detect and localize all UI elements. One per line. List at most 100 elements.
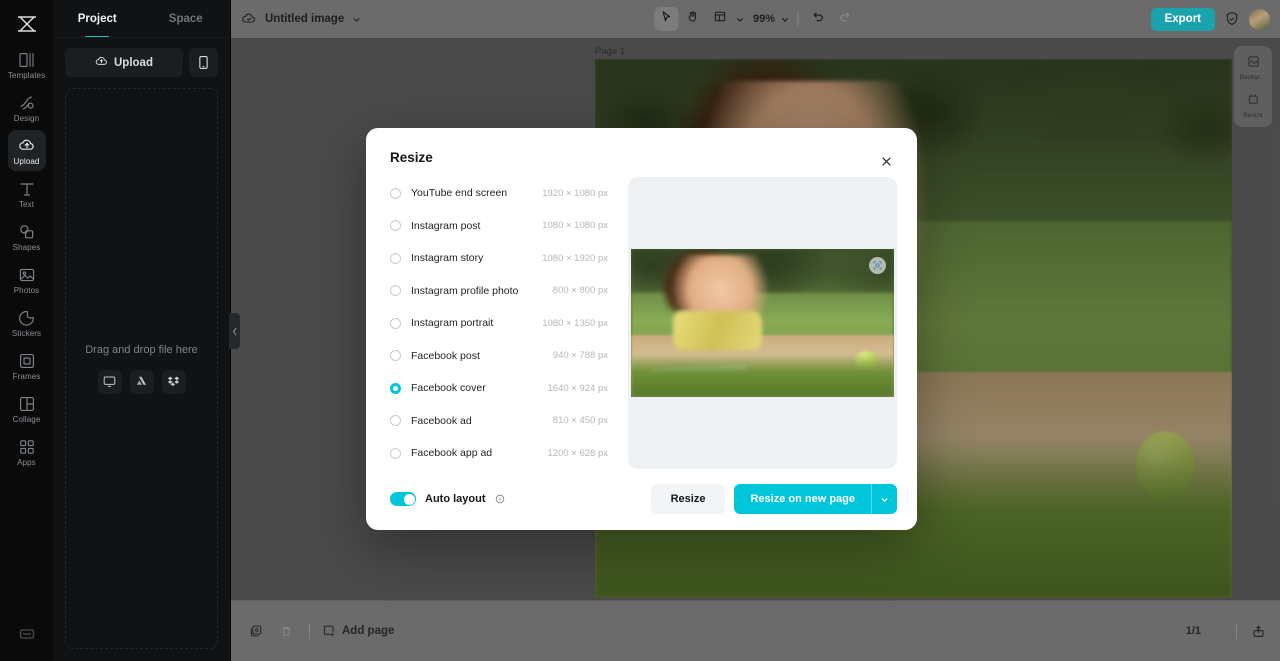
bottombar-divider-right	[1236, 623, 1237, 639]
shield-check-icon[interactable]	[1224, 11, 1240, 27]
radio-button[interactable]	[390, 285, 401, 297]
upload-button[interactable]: Upload	[65, 48, 183, 77]
toolbar-toggle-icon[interactable]	[19, 626, 35, 647]
page-actions: Add page	[245, 620, 394, 642]
size-option-label: Facebook cover	[411, 382, 486, 395]
rail-item-label: Templates	[7, 71, 46, 80]
duplicate-page-icon[interactable]	[245, 620, 267, 642]
size-option-dimensions: 1080 × 1080 px	[542, 220, 608, 232]
zoom-caret-icon[interactable]	[780, 15, 789, 24]
size-option[interactable]: Instagram story 1080 × 1920 px	[390, 242, 608, 275]
rail-item-templates[interactable]: Templates	[8, 44, 46, 85]
layout-tool-button[interactable]	[708, 7, 732, 31]
stickers-icon	[18, 309, 36, 327]
size-option[interactable]: Instagram post 1080 × 1080 px	[390, 210, 608, 243]
rail-item-label: Upload	[13, 157, 40, 166]
radio-button[interactable]	[390, 415, 401, 427]
preview-pane	[628, 177, 897, 469]
radio-button[interactable]	[390, 382, 401, 394]
dropzone[interactable]: Drag and drop file here	[65, 88, 218, 649]
rail-item-label: Apps	[17, 458, 36, 467]
tab-project[interactable]: Project	[53, 0, 142, 38]
rail-item-upload[interactable]: Upload	[7, 130, 46, 171]
rail-item-apps[interactable]: Apps	[8, 431, 46, 472]
add-page-button[interactable]: Add page	[322, 624, 394, 638]
frames-icon	[18, 352, 36, 370]
rail-item-design[interactable]: Design	[8, 87, 46, 128]
shapes-icon	[18, 223, 36, 241]
auto-layout-toggle[interactable]	[390, 492, 416, 506]
prev-page-icon[interactable]	[1165, 626, 1174, 637]
smart-focus-icon[interactable]	[869, 257, 886, 274]
size-option-dimensions: 1920 × 1080 px	[542, 187, 608, 199]
resize-button[interactable]: Resize	[650, 484, 726, 514]
layout-caret-icon[interactable]	[735, 15, 744, 24]
avatar[interactable]	[1249, 8, 1270, 30]
radio-button[interactable]	[390, 317, 401, 329]
rail-item-frames[interactable]: Frames	[8, 345, 46, 386]
dialog-title: Resize	[390, 150, 433, 165]
select-tool-button[interactable]	[653, 7, 678, 31]
rail-item-label: Frames	[12, 372, 41, 381]
cloud-saved-icon	[241, 11, 257, 27]
upload-row: Upload	[53, 38, 230, 87]
background-tool-label: Backgr…	[1239, 74, 1267, 81]
size-option[interactable]: Facebook ad 810 × 450 px	[390, 405, 608, 438]
google-drive-icon[interactable]	[129, 369, 154, 394]
info-icon[interactable]	[495, 494, 505, 504]
toolbar-divider	[797, 11, 799, 27]
redo-button[interactable]	[833, 7, 857, 31]
rail-item-collage[interactable]: Collage	[8, 388, 46, 429]
chevron-down-icon[interactable]	[871, 484, 897, 514]
rail-item-photos[interactable]: Photos	[8, 259, 46, 300]
computer-icon[interactable]	[97, 369, 122, 394]
size-option-dimensions: 1080 × 1920 px	[542, 252, 608, 264]
dropbox-icon[interactable]	[161, 369, 186, 394]
right-tool-panel: Backgr… Resize	[1234, 46, 1272, 127]
upload-sources	[97, 369, 186, 394]
preview-image[interactable]	[631, 249, 894, 397]
radio-button[interactable]	[390, 447, 401, 459]
next-page-icon[interactable]	[1213, 626, 1222, 637]
zoom-level[interactable]: 99%	[751, 13, 777, 25]
chevron-down-icon[interactable]	[352, 15, 361, 24]
undo-button[interactable]	[806, 7, 830, 31]
hand-tool-button[interactable]	[681, 7, 705, 31]
rail-item-text[interactable]: Text	[8, 173, 46, 214]
size-option[interactable]: Facebook cover 1640 × 924 px	[390, 372, 608, 405]
size-option[interactable]: Instagram profile photo 800 × 800 px	[390, 275, 608, 308]
trash-icon[interactable]	[275, 620, 297, 642]
panel-collapse-handle[interactable]	[229, 313, 240, 349]
radio-button[interactable]	[390, 220, 401, 232]
auto-layout-label: Auto layout	[425, 493, 486, 505]
background-tool[interactable]: Backgr…	[1236, 51, 1270, 85]
export-button[interactable]: Export	[1150, 7, 1215, 31]
radio-button[interactable]	[390, 252, 401, 264]
close-icon[interactable]	[877, 152, 895, 170]
size-option[interactable]: Instagram portrait 1080 × 1350 px	[390, 307, 608, 340]
export-upload-icon[interactable]	[1251, 624, 1266, 639]
resize-tool[interactable]: Resize	[1236, 89, 1270, 123]
app-logo-icon[interactable]	[9, 10, 45, 38]
rail-item-label: Collage	[12, 415, 41, 424]
rail-item-shapes[interactable]: Shapes	[8, 216, 46, 257]
size-option-label: Instagram portrait	[411, 317, 494, 330]
size-option[interactable]: Facebook app ad 1200 × 628 px	[390, 437, 608, 470]
radio-button[interactable]	[390, 350, 401, 362]
document-title[interactable]: Untitled image	[265, 13, 344, 25]
resize-on-new-page-button[interactable]: Resize on new page	[734, 484, 871, 514]
top-toolbar: Untitled image 99% Export	[231, 0, 1280, 38]
radio-button[interactable]	[390, 187, 401, 199]
mobile-phone-icon[interactable]	[189, 48, 218, 77]
size-option[interactable]: YouTube end screen 1920 × 1080 px	[390, 177, 608, 210]
size-option[interactable]: Facebook post 940 × 788 px	[390, 340, 608, 373]
resize-tool-label: Resize	[1243, 111, 1263, 119]
resize-icon	[1247, 93, 1260, 111]
tab-space[interactable]: Space	[142, 0, 231, 38]
photos-icon	[18, 266, 36, 284]
app-root: Templates Design Upload Text Shapes Photos Sti…	[0, 0, 1280, 661]
rail-item-stickers[interactable]: Stickers	[8, 302, 46, 343]
upload-cloud-icon	[95, 55, 108, 71]
size-option-label: YouTube end screen	[411, 187, 508, 200]
size-option-dimensions: 810 × 450 px	[552, 415, 608, 427]
